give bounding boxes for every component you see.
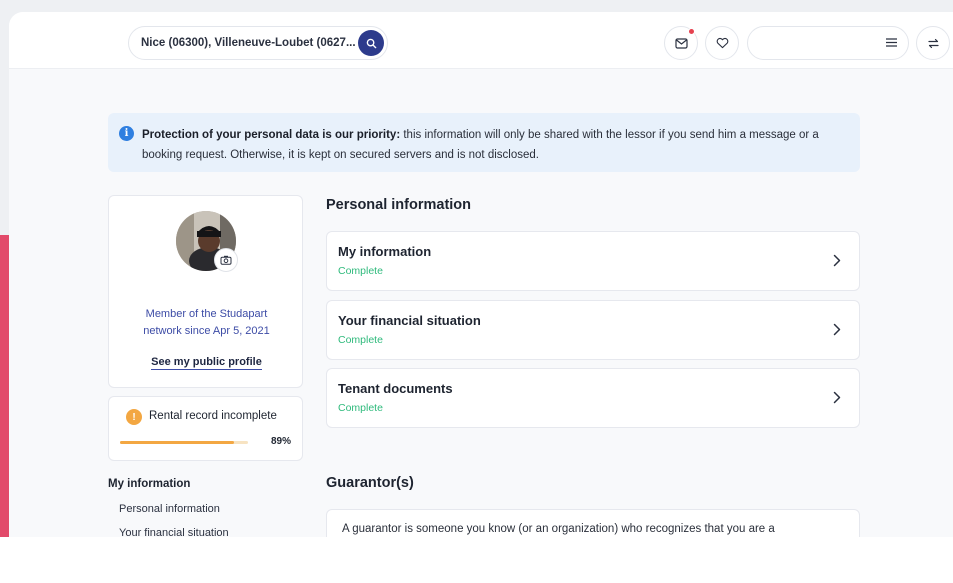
camera-icon (220, 255, 232, 265)
side-nav-item-financial-situation[interactable]: Your financial situation (119, 527, 229, 537)
card-status: Complete (338, 334, 383, 346)
privacy-banner: i Protection of your personal data is ou… (108, 113, 860, 172)
page-footer-area (0, 537, 953, 583)
accent-strip (0, 235, 9, 583)
membership-text: Member of the Studapart network since Ap… (109, 306, 304, 340)
messages-button[interactable] (664, 26, 698, 60)
rental-record-card[interactable]: ! Rental record incomplete 89% (108, 396, 303, 461)
mail-icon (674, 37, 688, 49)
card-title: Tenant documents (338, 381, 453, 396)
warning-icon: ! (126, 409, 142, 425)
rental-record-progress-fill (120, 441, 234, 444)
card-status: Complete (338, 402, 383, 414)
heart-icon (716, 37, 728, 49)
tenant-documents-card[interactable]: Tenant documents Complete (326, 368, 860, 428)
rental-record-progress-bar (120, 441, 248, 444)
side-nav-title: My information (108, 478, 191, 490)
chevron-right-icon (833, 391, 841, 404)
personal-information-heading: Personal information (326, 197, 472, 213)
app-window: Nice (06300), Villeneuve-Loubet (0627...… (9, 12, 953, 537)
top-bar: Nice (06300), Villeneuve-Loubet (0627... (9, 12, 953, 69)
profile-card: Member of the Studapart network since Ap… (108, 195, 303, 388)
change-photo-button[interactable] (214, 248, 238, 272)
favorites-button[interactable] (705, 26, 739, 60)
privacy-banner-text: Protection of your personal data is our … (142, 125, 848, 165)
search-icon (366, 38, 376, 48)
financial-situation-card[interactable]: Your financial situation Complete (326, 300, 860, 360)
membership-line-1: Member of the Studapart (145, 308, 268, 320)
search-location-text: Nice (06300), Villeneuve-Loubet (0627... (141, 37, 356, 49)
account-menu-button[interactable] (747, 26, 909, 60)
chevron-right-icon (833, 323, 841, 336)
guarantor-description: A guarantor is someone you know (or an o… (342, 523, 775, 535)
card-status: Complete (338, 265, 383, 277)
rental-record-title: Rental record incomplete (149, 410, 277, 422)
privacy-banner-bold: Protection of your personal data is our … (142, 129, 401, 141)
notification-dot (688, 28, 695, 35)
membership-line-2: network since Apr 5, 2021 (143, 325, 270, 337)
hamburger-icon (886, 38, 897, 47)
public-profile-link[interactable]: See my public profile (151, 356, 262, 370)
switch-mode-button[interactable] (916, 26, 950, 60)
swap-icon (927, 38, 939, 48)
info-icon: i (119, 126, 134, 141)
search-button[interactable] (358, 30, 384, 56)
my-information-card[interactable]: My information Complete (326, 231, 860, 291)
guarantor-info-card: A guarantor is someone you know (or an o… (326, 509, 860, 537)
card-title: My information (338, 244, 432, 259)
side-nav-item-personal-information[interactable]: Personal information (119, 503, 220, 515)
rental-record-progress-label: 89% (270, 436, 291, 447)
guarantors-heading: Guarantor(s) (326, 475, 414, 491)
public-profile-link-wrapper: See my public profile (109, 356, 304, 370)
card-title: Your financial situation (338, 313, 481, 328)
chevron-right-icon (833, 254, 841, 267)
location-search-bar[interactable]: Nice (06300), Villeneuve-Loubet (0627... (128, 26, 388, 60)
